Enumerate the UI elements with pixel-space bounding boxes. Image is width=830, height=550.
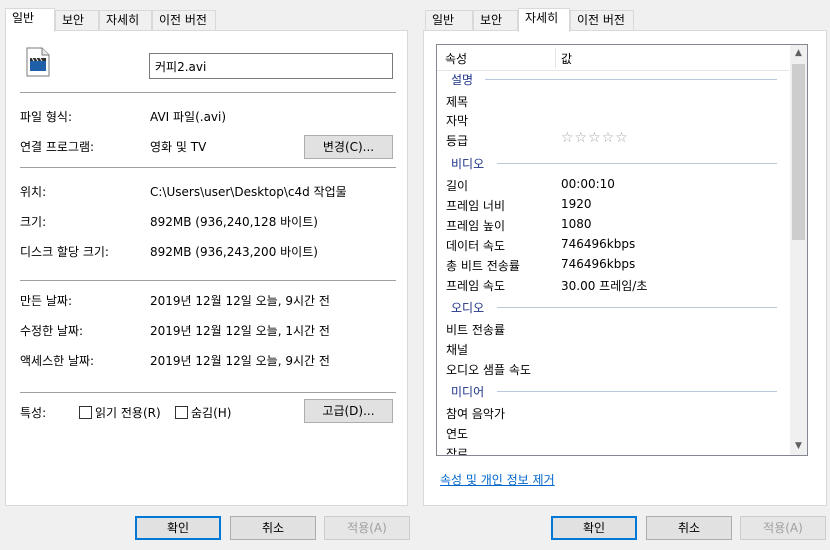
prop-frame-rate: 프레임 속도: [446, 279, 506, 293]
prop-length: 길이: [446, 179, 469, 193]
rating-stars[interactable]: ☆☆☆☆☆: [561, 130, 629, 146]
tab-general[interactable]: 일반: [425, 10, 473, 31]
group-line: [497, 391, 777, 392]
prop-title: 제목: [446, 95, 469, 109]
prop-contributing-artists: 참여 음악가: [446, 407, 506, 421]
prop-subtitle: 자막: [446, 114, 469, 128]
size-label: 크기:: [20, 215, 47, 229]
read-only-checkbox[interactable]: 읽기 전용(R): [79, 404, 161, 421]
remove-properties-link[interactable]: 속성 및 개인 정보 제거: [440, 471, 555, 488]
tab-security[interactable]: 보안: [473, 10, 518, 31]
location-label: 위치:: [20, 185, 47, 199]
total-bitrate-value: 746496kbps: [561, 257, 636, 271]
properties-dialog-details: 일반 보안 자세히 이전 버전 속성 값 설명 제목 자막 등급 ☆☆☆☆☆ 비…: [420, 0, 830, 550]
prop-total-bitrate: 총 비트 전송률: [446, 259, 520, 273]
modified-value: 2019년 12월 12일 오늘, 1시간 전: [150, 324, 330, 338]
group-audio: 오디오: [451, 301, 485, 315]
group-line: [485, 79, 777, 80]
apply-button[interactable]: 적용(A): [740, 516, 826, 540]
prop-data-rate: 데이터 속도: [446, 239, 506, 253]
property-column-header[interactable]: 속성: [445, 50, 467, 67]
file-type-value: AVI 파일(.avi): [150, 110, 227, 124]
frame-width-value: 1920: [561, 197, 592, 211]
tab-general[interactable]: 일반: [5, 8, 55, 32]
created-value: 2019년 12월 12일 오늘, 9시간 전: [150, 294, 330, 308]
prop-audio-sample-rate: 오디오 샘플 속도: [446, 363, 531, 377]
scroll-thumb[interactable]: [792, 64, 805, 240]
group-line: [497, 307, 777, 308]
scroll-up-icon[interactable]: ▲: [790, 45, 807, 62]
ok-button[interactable]: 확인: [135, 516, 221, 540]
checkbox-box[interactable]: [175, 406, 188, 419]
frame-height-value: 1080: [561, 217, 592, 231]
divider: [20, 280, 396, 281]
details-panel: 속성 값 설명 제목 자막 등급 ☆☆☆☆☆ 비디오 길이 00:00:10 프…: [423, 30, 827, 506]
tab-previous-versions[interactable]: 이전 버전: [152, 10, 216, 31]
cancel-button[interactable]: 취소: [646, 516, 732, 540]
attributes-label: 특성:: [20, 406, 47, 420]
opens-with-label: 연결 프로그램:: [20, 140, 95, 154]
group-video: 비디오: [451, 157, 485, 171]
modified-label: 수정한 날짜:: [20, 324, 84, 338]
checkbox-box[interactable]: [79, 406, 92, 419]
properties-dialog-general: 일반 보안 자세히 이전 버전 커피2.avi 파일 형식: AVI 파일(.a…: [0, 0, 410, 550]
location-value: C:\Users\user\Desktop\c4d 작업물: [150, 185, 347, 199]
prop-frame-width: 프레임 너비: [446, 199, 506, 213]
opens-with-value: 영화 및 TV: [150, 140, 207, 154]
tab-details[interactable]: 자세히: [99, 10, 152, 31]
read-only-label: 읽기 전용(R): [95, 406, 161, 420]
size-on-disk-label: 디스크 할당 크기:: [20, 245, 109, 259]
tab-security[interactable]: 보안: [55, 10, 99, 31]
prop-rating: 등급: [446, 134, 469, 148]
apply-button[interactable]: 적용(A): [324, 516, 410, 540]
frame-rate-value: 30.00 프레임/초: [561, 279, 648, 293]
prop-channels: 채널: [446, 343, 469, 357]
accessed-label: 액세스한 날짜:: [20, 354, 95, 368]
size-value: 892MB (936,240,128 바이트): [150, 215, 318, 229]
hidden-checkbox[interactable]: 숨김(H): [175, 404, 231, 421]
list-header: 속성 값: [437, 45, 789, 71]
cancel-button[interactable]: 취소: [230, 516, 316, 540]
group-line: [497, 163, 777, 164]
prop-genre: 장르: [446, 447, 469, 456]
data-rate-value: 746496kbps: [561, 237, 636, 251]
file-type-label: 파일 형식:: [20, 110, 73, 124]
column-divider[interactable]: [555, 48, 556, 68]
tab-previous-versions[interactable]: 이전 버전: [570, 10, 634, 31]
length-value: 00:00:10: [561, 177, 615, 191]
size-on-disk-value: 892MB (936,243,200 바이트): [150, 245, 318, 259]
prop-year: 연도: [446, 427, 469, 441]
prop-audio-bitrate: 비트 전송률: [446, 323, 506, 337]
property-list[interactable]: 속성 값 설명 제목 자막 등급 ☆☆☆☆☆ 비디오 길이 00:00:10 프…: [436, 44, 808, 456]
divider: [20, 92, 396, 93]
video-file-icon: [26, 47, 50, 77]
created-label: 만든 날짜:: [20, 294, 73, 308]
tab-details[interactable]: 자세히: [518, 8, 570, 32]
general-panel: 커피2.avi 파일 형식: AVI 파일(.avi) 연결 프로그램: 영화 …: [5, 30, 408, 506]
accessed-value: 2019년 12월 12일 오늘, 9시간 전: [150, 354, 330, 368]
divider: [20, 392, 396, 393]
vertical-scrollbar[interactable]: ▲ ▼: [790, 45, 807, 455]
change-button[interactable]: 변경(C)...: [304, 135, 393, 159]
group-description: 설명: [451, 73, 474, 87]
value-column-header[interactable]: 값: [561, 50, 572, 67]
prop-frame-height: 프레임 높이: [446, 219, 506, 233]
advanced-button[interactable]: 고급(D)...: [304, 399, 393, 423]
ok-button[interactable]: 확인: [551, 516, 637, 540]
group-media: 미디어: [451, 385, 485, 399]
file-name-input[interactable]: 커피2.avi: [149, 53, 393, 79]
divider: [20, 167, 396, 168]
scroll-down-icon[interactable]: ▼: [790, 438, 807, 455]
hidden-label: 숨김(H): [191, 406, 232, 420]
